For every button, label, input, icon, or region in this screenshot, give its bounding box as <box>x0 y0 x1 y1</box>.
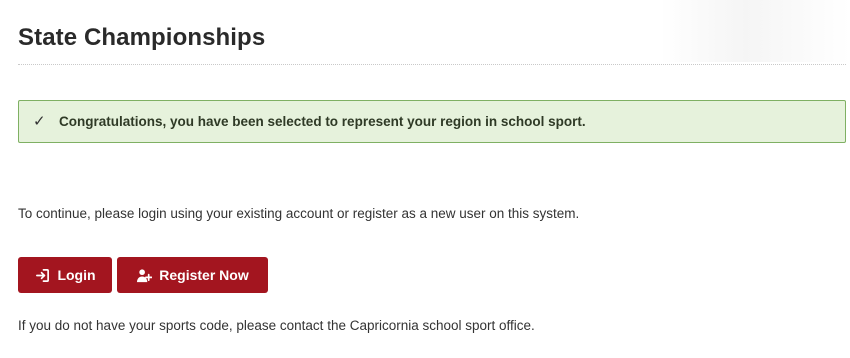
success-alert: ✓ Congratulations, you have been selecte… <box>18 100 846 143</box>
intro-text: To continue, please login using your exi… <box>18 206 580 221</box>
login-button-label: Login <box>57 267 96 283</box>
title-divider <box>18 64 846 65</box>
check-icon: ✓ <box>33 113 46 130</box>
login-button[interactable]: Login <box>18 257 112 293</box>
header-decoration <box>660 0 850 62</box>
alert-message: Congratulations, you have been selected … <box>59 114 586 129</box>
footer-note: If you do not have your sports code, ple… <box>18 318 535 333</box>
register-button-label: Register Now <box>159 267 249 283</box>
user-plus-icon <box>136 267 153 283</box>
register-now-button[interactable]: Register Now <box>117 257 268 293</box>
sign-in-icon <box>34 267 50 283</box>
page-title: State Championships <box>18 24 266 51</box>
